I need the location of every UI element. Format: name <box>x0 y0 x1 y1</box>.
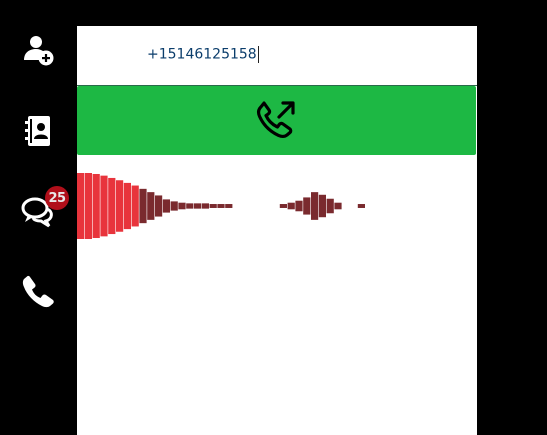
level-bar <box>209 204 217 208</box>
user-plus-icon <box>21 33 55 67</box>
level-bar <box>194 203 202 209</box>
audio-level-meter <box>77 173 365 239</box>
level-bar <box>311 192 319 220</box>
unread-messages-badge: 25 <box>45 186 69 210</box>
dialer-panel: +15146125158 <box>77 26 477 435</box>
level-bar <box>357 204 365 208</box>
level-bar <box>170 201 178 211</box>
add-contact-button[interactable] <box>16 28 60 72</box>
phone-number-value: +15146125158 <box>147 46 257 63</box>
address-book-icon <box>21 114 55 148</box>
level-bar <box>201 203 209 209</box>
level-bar <box>108 177 116 235</box>
level-bar <box>84 173 92 239</box>
level-bar <box>123 182 131 230</box>
contacts-button[interactable] <box>16 109 60 153</box>
level-bar <box>326 198 334 214</box>
level-bar <box>162 199 170 213</box>
level-bar <box>131 185 139 227</box>
level-bar <box>77 173 85 239</box>
level-bar <box>139 188 147 224</box>
level-bar <box>303 197 311 215</box>
text-caret <box>257 46 259 63</box>
level-bar <box>279 204 287 208</box>
level-bar <box>155 195 163 217</box>
level-bar <box>116 180 124 232</box>
level-bar <box>295 200 303 212</box>
level-bar <box>318 194 326 218</box>
right-margin <box>477 0 547 435</box>
phone-button[interactable] <box>16 269 60 313</box>
level-bar <box>217 204 225 208</box>
level-bar <box>287 202 295 210</box>
phone-number-input[interactable]: +15146125158 <box>147 46 259 63</box>
level-bar <box>186 203 194 209</box>
phone-outgoing-icon <box>256 98 298 144</box>
top-bar <box>0 0 547 26</box>
level-bar <box>334 202 342 210</box>
phone-icon <box>21 274 55 308</box>
level-bar <box>147 192 155 220</box>
level-bar <box>178 202 186 210</box>
phone-number-field[interactable]: +15146125158 <box>77 26 477 86</box>
call-button[interactable] <box>77 86 476 155</box>
level-bar <box>92 173 100 239</box>
level-bar <box>225 204 233 208</box>
level-bar <box>100 175 108 237</box>
sidebar: 25 <box>0 0 77 435</box>
